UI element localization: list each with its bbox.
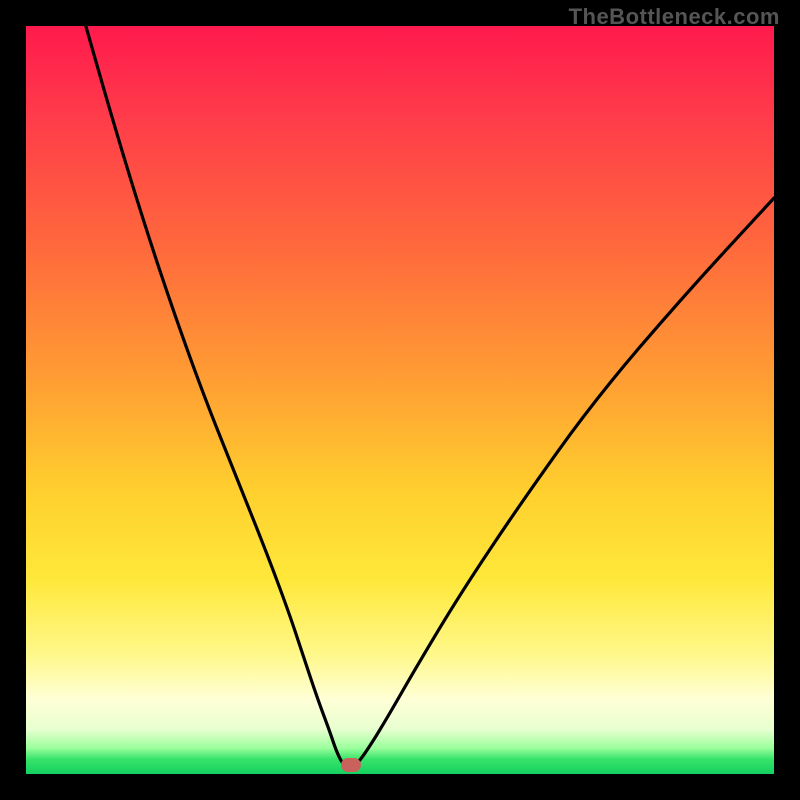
plot-area (26, 26, 774, 774)
bottleneck-curve (26, 26, 774, 774)
chart-frame: TheBottleneck.com (0, 0, 800, 800)
optimum-marker (341, 758, 361, 772)
watermark-text: TheBottleneck.com (569, 4, 780, 30)
